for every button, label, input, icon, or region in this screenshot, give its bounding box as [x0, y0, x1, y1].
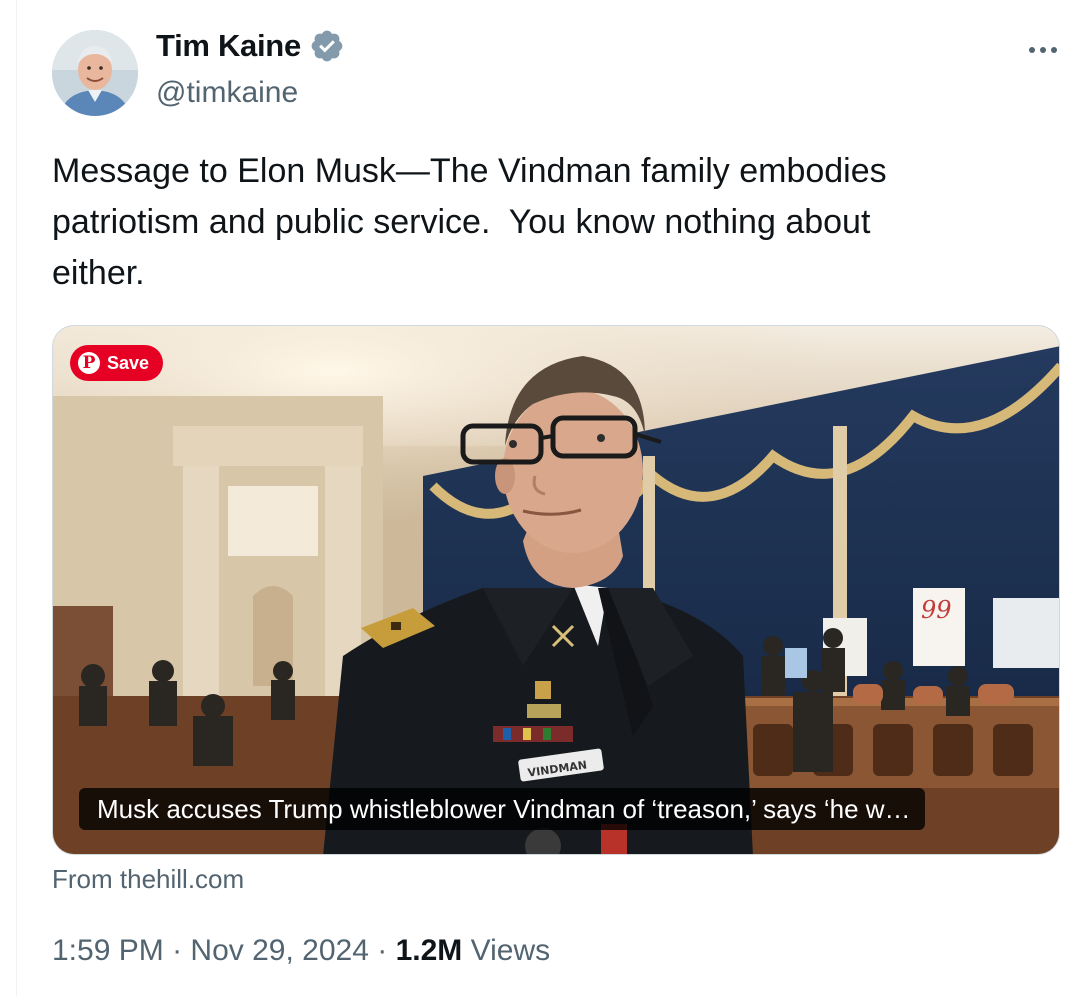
- author-avatar[interactable]: [52, 30, 138, 116]
- dot: [1051, 47, 1057, 53]
- author-name-text: Tim Kaine: [156, 28, 301, 63]
- dot: [1040, 47, 1046, 53]
- save-label: Save: [107, 352, 150, 373]
- card-headline: Musk accuses Trump whistleblower Vindman…: [79, 788, 925, 830]
- card-image: 99 VINDMAN: [53, 326, 1059, 854]
- tweet-text: Message to Elon Musk—The Vindman family …: [52, 152, 887, 292]
- views-count: 1.2M: [395, 934, 463, 967]
- pinterest-icon: P: [78, 352, 100, 374]
- more-dots-icon[interactable]: [1025, 38, 1061, 62]
- sign-number: 99: [921, 596, 952, 624]
- link-card[interactable]: 99 VINDMAN P Save Musk accuses Trump whi…: [52, 325, 1060, 855]
- meta-separator: ·: [172, 934, 183, 967]
- tweet-time[interactable]: 1:59 PM: [52, 934, 164, 967]
- tweet-date[interactable]: Nov 29, 2024: [190, 934, 368, 967]
- views-label: Views: [470, 934, 551, 967]
- pinterest-save-button[interactable]: P Save: [70, 345, 164, 381]
- verified-badge-icon: [309, 28, 345, 64]
- tweet-meta: 1:59 PM · Nov 29, 2024 · 1.2M Views: [52, 934, 550, 968]
- meta-separator: ·: [377, 934, 388, 967]
- author-handle[interactable]: @timkaine: [156, 76, 298, 110]
- dot: [1029, 47, 1035, 53]
- timeline-border: [16, 0, 17, 996]
- card-source[interactable]: From thehill.com: [52, 864, 244, 895]
- author-display-name[interactable]: Tim Kaine: [156, 28, 345, 64]
